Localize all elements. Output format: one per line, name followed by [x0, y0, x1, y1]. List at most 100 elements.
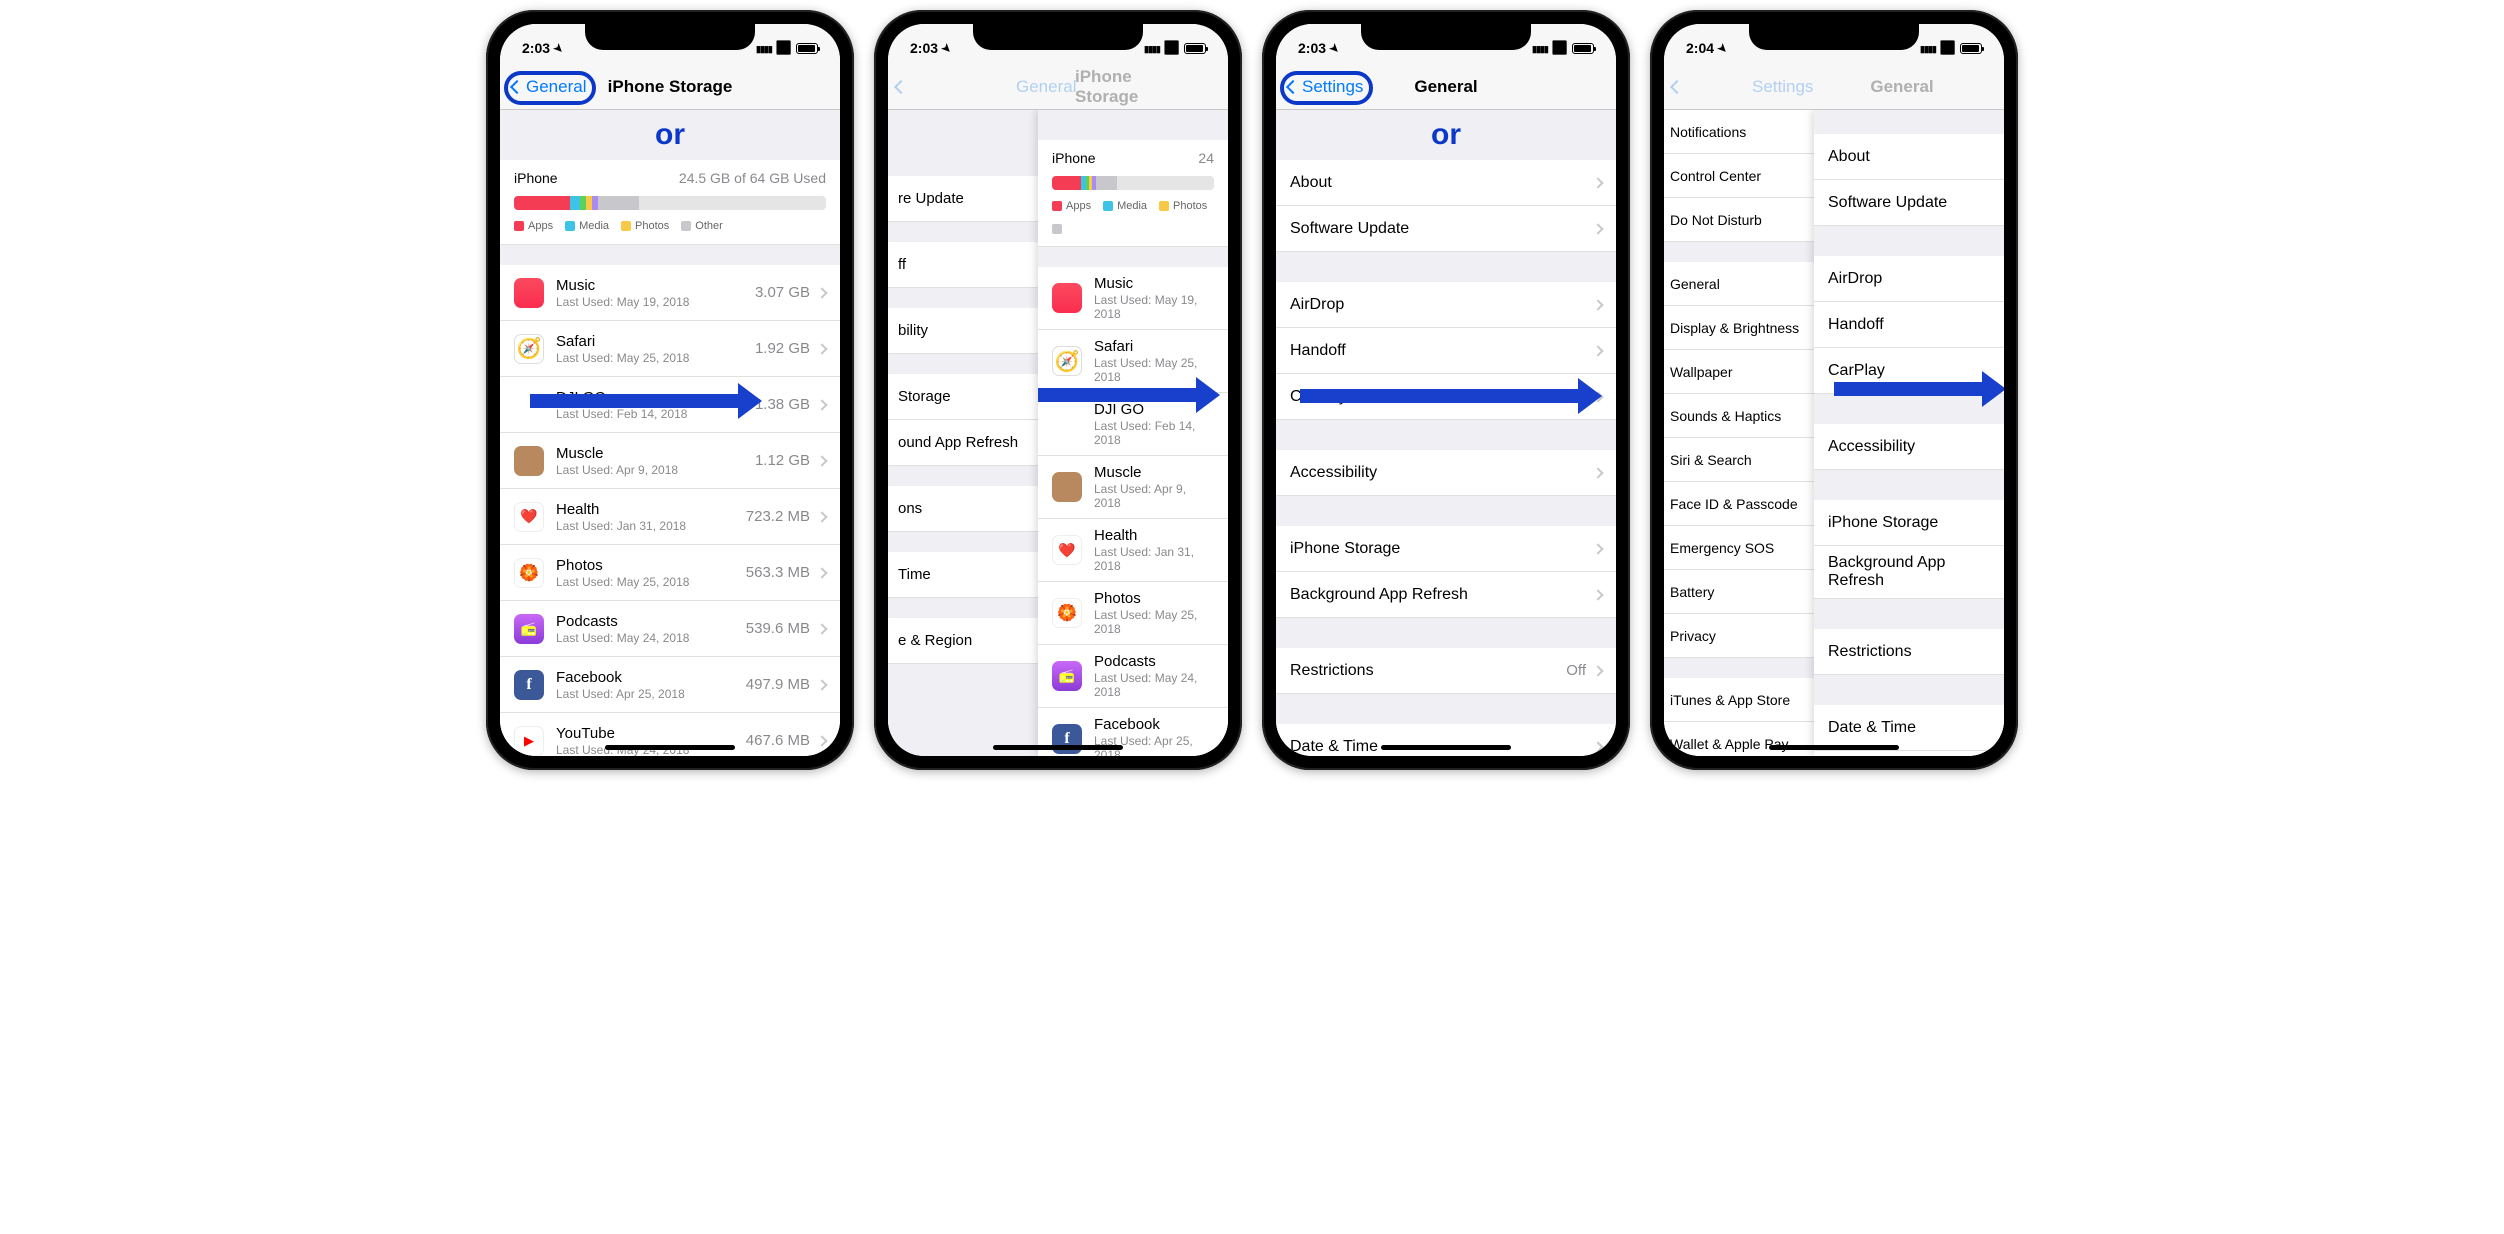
list-item[interactable]: Handoff: [1814, 302, 2004, 348]
app-sub: Last Used: Apr 25, 2018: [556, 687, 746, 701]
cell-label: AirDrop: [1290, 296, 1594, 314]
list-item[interactable]: ound App Refresh: [888, 420, 1038, 466]
list-item[interactable]: ons: [888, 486, 1038, 532]
list-item[interactable]: About: [1276, 160, 1616, 206]
back-label: Settings: [1302, 77, 1363, 97]
app-sub: Last Used: May 19, 2018: [556, 295, 755, 309]
app-size: 497.9 MB: [746, 676, 810, 693]
list-item[interactable]: Time: [888, 552, 1038, 598]
back-button[interactable]: Settings: [1672, 82, 1682, 92]
app-name: Muscle: [556, 445, 755, 462]
list-item[interactable]: iPhone Storage: [1814, 500, 2004, 546]
list-item[interactable]: Software Update: [1276, 206, 1616, 252]
list-item[interactable]: Wallet & Apple Pay: [1664, 722, 1814, 756]
or-annotation: or: [500, 118, 840, 152]
list-item[interactable]: iPhone Storage: [1276, 526, 1616, 572]
app-row[interactable]: Photos Last Used: May 25, 2018: [1038, 582, 1228, 645]
app-sub: Last Used: Feb 14, 2018: [556, 407, 755, 421]
list-item[interactable]: Handoff: [1276, 328, 1616, 374]
app-row[interactable]: Podcasts Last Used: May 24, 2018 539.6 M…: [500, 601, 840, 657]
chevron-right-icon: [1592, 467, 1603, 478]
app-size: 3.07 GB: [755, 284, 810, 301]
app-row[interactable]: Safari Last Used: May 25, 2018 1.92 GB: [500, 321, 840, 377]
battery-icon: [796, 43, 818, 54]
list-item[interactable]: ff: [888, 242, 1038, 288]
app-size: 467.6 MB: [746, 732, 810, 749]
list-item[interactable]: Date & Time: [1276, 724, 1616, 756]
phone-frame-1: 2:03 ➤ General iPhone Storage or iPhone …: [486, 10, 854, 770]
app-sub: Last Used: Feb 14, 2018: [1094, 419, 1214, 447]
list-item[interactable]: iTunes & App Store: [1664, 678, 1814, 722]
list-item[interactable]: Do Not Disturb: [1664, 198, 1814, 242]
list-item[interactable]: Privacy: [1664, 614, 1814, 658]
list-item[interactable]: Wallpaper: [1664, 350, 1814, 394]
list-item[interactable]: re Update: [888, 176, 1038, 222]
list-item[interactable]: Control Center: [1664, 154, 1814, 198]
app-sub: Last Used: Apr 9, 2018: [1094, 482, 1214, 510]
nav-title: iPhone Storage: [1075, 67, 1177, 107]
home-indicator[interactable]: [1381, 745, 1511, 750]
list-item[interactable]: e & Region: [888, 618, 1038, 664]
list-item[interactable]: Battery: [1664, 570, 1814, 614]
list-item[interactable]: Siri & Search: [1664, 438, 1814, 482]
list-item[interactable]: Background App Refresh: [1276, 572, 1616, 618]
app-row[interactable]: Music Last Used: May 19, 2018: [1038, 267, 1228, 330]
chevron-right-icon: [816, 567, 827, 578]
list-item[interactable]: bility: [888, 308, 1038, 354]
app-row[interactable]: Health Last Used: Jan 31, 2018 723.2 MB: [500, 489, 840, 545]
list-item[interactable]: AirDrop: [1276, 282, 1616, 328]
list-item[interactable]: Emergency SOS: [1664, 526, 1814, 570]
app-row[interactable]: f Facebook Last Used: Apr 25, 2018 497.9…: [500, 657, 840, 713]
app-sub: Last Used: May 25, 2018: [556, 351, 755, 365]
app-sub: Last Used: May 25, 2018: [556, 575, 746, 589]
nav-bar: Settings General: [1664, 64, 2004, 110]
app-row[interactable]: Photos Last Used: May 25, 2018 563.3 MB: [500, 545, 840, 601]
storage-bar: [514, 196, 826, 210]
list-item[interactable]: AirDrop: [1814, 256, 2004, 302]
legend-photos: Photos: [1173, 200, 1207, 212]
app-name: Muscle: [1094, 464, 1214, 481]
home-indicator[interactable]: [993, 745, 1123, 750]
list-item[interactable]: Accessibility: [1814, 424, 2004, 470]
list-item[interactable]: Background App Refresh: [1814, 546, 2004, 599]
list-item[interactable]: Software Update: [1814, 180, 2004, 226]
app-sub: Last Used: May 24, 2018: [556, 631, 746, 645]
chevron-right-icon: [1592, 543, 1603, 554]
app-row[interactable]: Music Last Used: May 19, 2018 3.07 GB: [500, 265, 840, 321]
list-item[interactable]: Accessibility: [1276, 450, 1616, 496]
back-button[interactable]: General: [504, 71, 596, 105]
list-item[interactable]: General: [1664, 262, 1814, 306]
list-item[interactable]: Face ID & Passcode: [1664, 482, 1814, 526]
cell-label: iPhone Storage: [1290, 540, 1594, 558]
cell-label: Handoff: [1828, 316, 1990, 334]
chevron-right-icon: [816, 735, 827, 746]
home-indicator[interactable]: [605, 745, 735, 750]
status-time: 2:03: [522, 40, 550, 56]
app-row[interactable]: Podcasts Last Used: May 24, 2018: [1038, 645, 1228, 708]
list-item[interactable]: Storage: [888, 374, 1038, 420]
back-button[interactable]: General: [896, 82, 906, 92]
list-item[interactable]: Sounds & Haptics: [1664, 394, 1814, 438]
home-indicator[interactable]: [1769, 745, 1899, 750]
list-item[interactable]: About: [1814, 134, 2004, 180]
over-layer[interactable]: About Software Update AirDrop Handoff Ca…: [1814, 110, 2004, 756]
back-button[interactable]: Settings: [1280, 71, 1373, 105]
over-layer[interactable]: iPhone 24 Apps Media Photos: [1038, 110, 1228, 756]
list-item[interactable]: Restrictions Off: [1276, 648, 1616, 694]
chevron-right-icon: [816, 343, 827, 354]
cell-label: Date & Time: [1828, 719, 1990, 737]
app-row[interactable]: Muscle Last Used: Apr 9, 2018: [1038, 456, 1228, 519]
location-icon: ➤: [551, 40, 567, 56]
app-row[interactable]: Health Last Used: Jan 31, 2018: [1038, 519, 1228, 582]
app-name: Music: [556, 277, 755, 294]
app-row[interactable]: Muscle Last Used: Apr 9, 2018 1.12 GB: [500, 433, 840, 489]
list-item[interactable]: Notifications: [1664, 110, 1814, 154]
chevron-left-icon: [510, 79, 524, 93]
chevron-right-icon: [1592, 177, 1603, 188]
app-icon: [514, 334, 544, 364]
back-label: General: [1016, 77, 1076, 97]
notch: [1749, 24, 1919, 50]
list-item[interactable]: Keyboard: [1814, 751, 2004, 756]
list-item[interactable]: Restrictions: [1814, 629, 2004, 675]
list-item[interactable]: Display & Brightness: [1664, 306, 1814, 350]
